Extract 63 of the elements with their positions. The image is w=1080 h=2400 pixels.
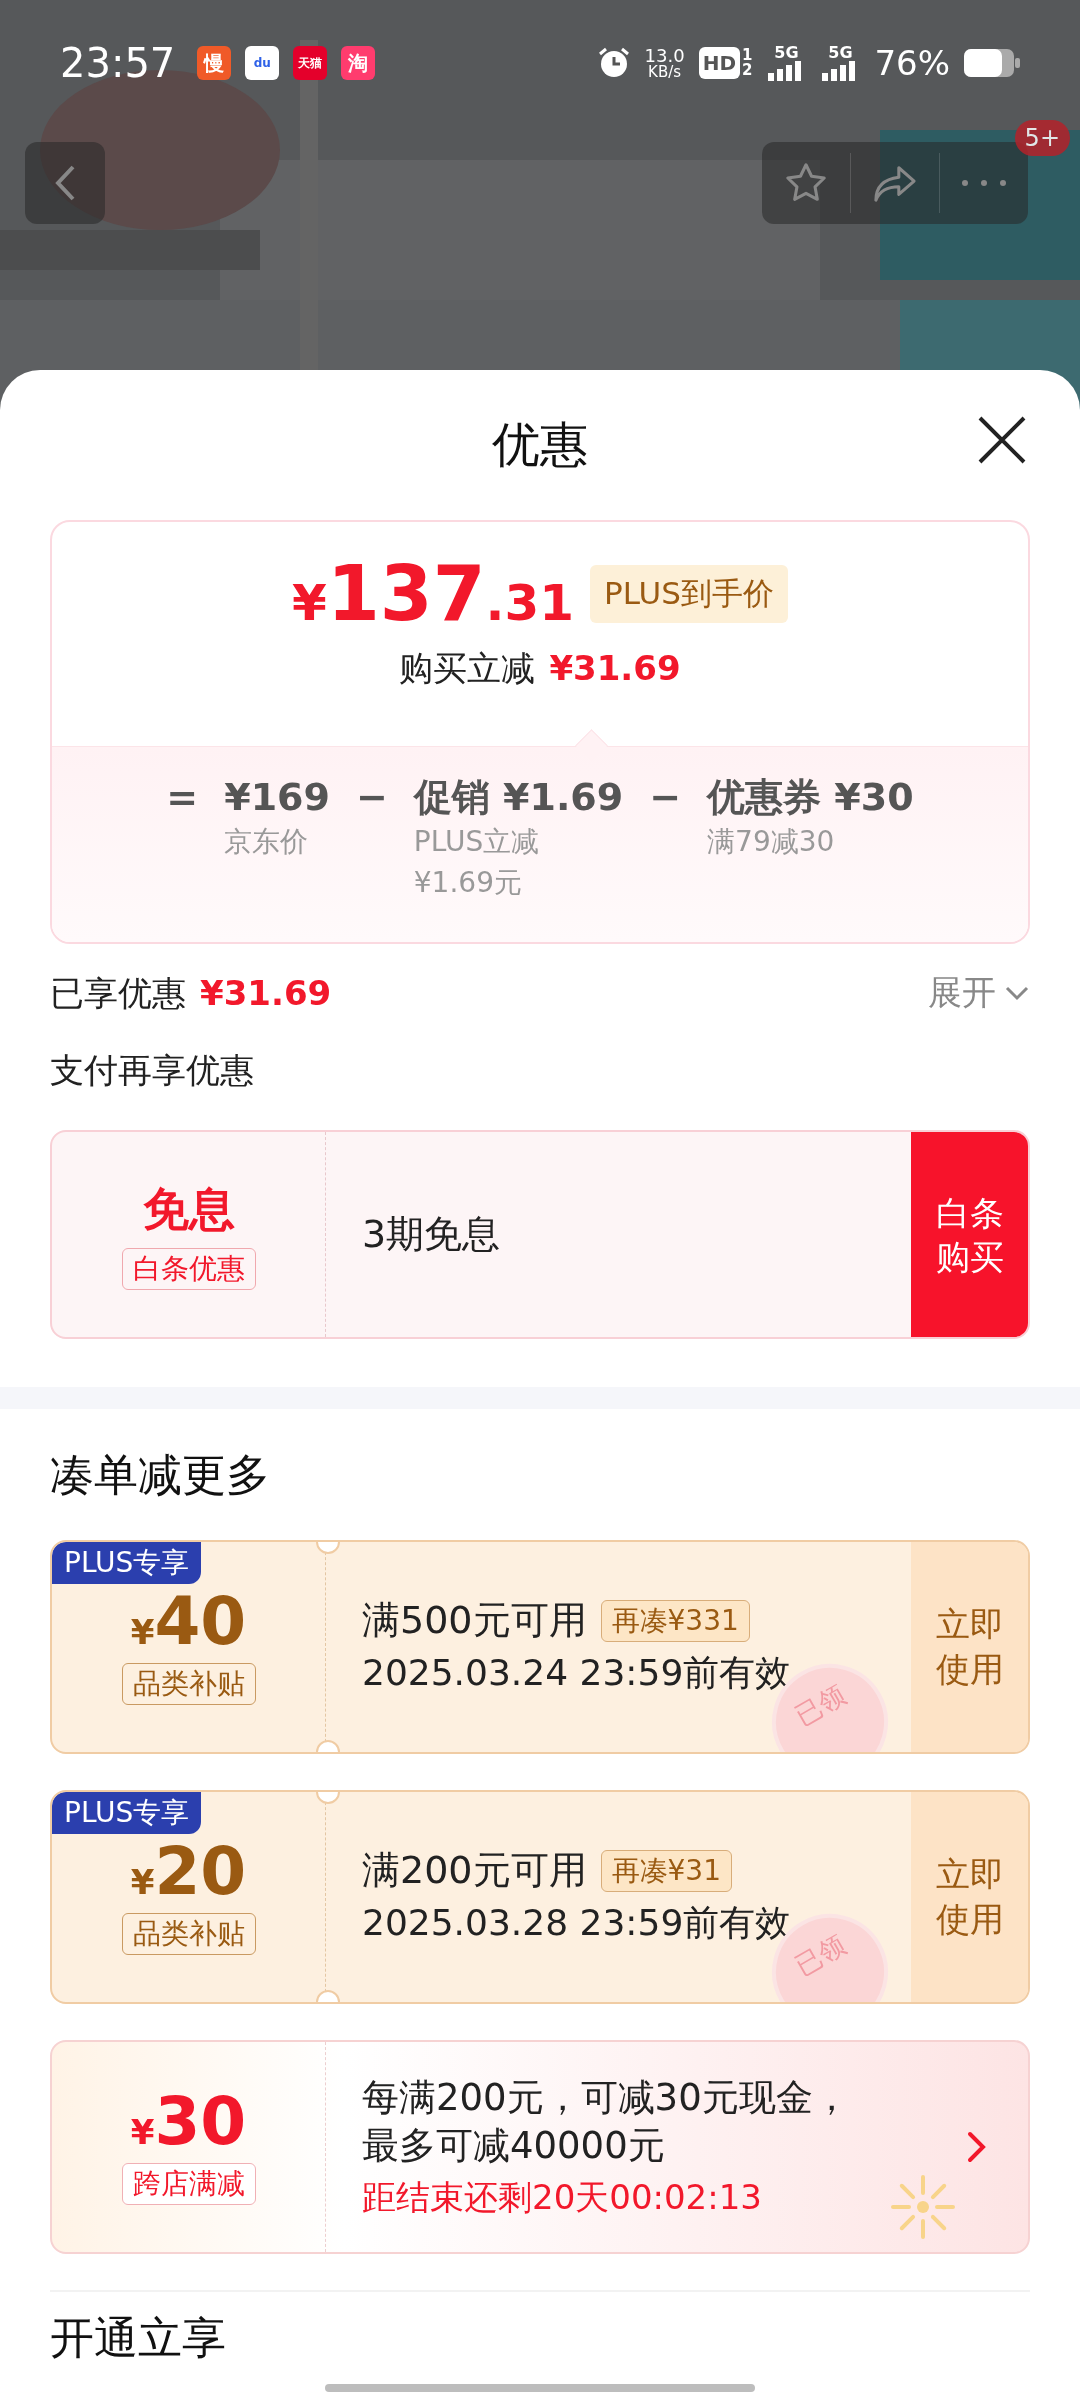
coupon-amount: ¥40 — [130, 1588, 247, 1655]
app-notification-icon: 淘 — [341, 46, 376, 80]
breakdown-note: ¥1.69元 — [413, 865, 523, 901]
network-label: 5G — [774, 45, 799, 61]
installment-tag: 白条优惠 — [121, 1247, 256, 1290]
breakdown-amount: 促销 ¥1.69 — [413, 774, 624, 821]
payment-heading: 支付再享优惠 — [50, 1049, 254, 1092]
gap-tag: 再凑¥331 — [600, 1600, 750, 1643]
operator-sign: − — [649, 774, 682, 821]
network-label: 5G — [828, 45, 853, 61]
installment-description: 3期免息 — [362, 1211, 502, 1258]
app-notification-icon: du — [245, 46, 280, 80]
sim-number: 1 — [742, 48, 753, 63]
installment-title: 免息 — [142, 1180, 235, 1238]
enjoyed-amount: ¥31.69 — [200, 971, 332, 1015]
countdown-text: 距结束还剩20天00:02:13 — [362, 2175, 763, 2219]
buy-button[interactable]: 白条购买 — [911, 1132, 1028, 1338]
coupon-amount: ¥20 — [130, 1838, 247, 1905]
coupon-amount: ¥30 — [130, 2088, 247, 2155]
coupon-condition: 满200元可用 — [362, 1847, 587, 1895]
breakdown-note: 满79减30 — [707, 824, 836, 861]
coupon-tag: 品类补贴 — [121, 1662, 256, 1705]
battery-percent: 76% — [874, 43, 950, 83]
status-time: 23:57 — [60, 40, 176, 86]
coupon-validity: 2025.03.24 23:59前有效 — [362, 1650, 793, 1695]
use-button[interactable]: 立即使用 — [911, 1791, 1028, 2002]
app-notification-icon: 慢 — [197, 46, 232, 80]
coupon-condition: 满500元可用 — [362, 1597, 587, 1645]
coupon-validity: 2025.03.28 23:59前有效 — [362, 1900, 793, 1945]
sheet-title: 优惠 — [492, 415, 588, 474]
back-icon — [53, 163, 77, 203]
plus-badge: PLUS专享 — [52, 1541, 202, 1584]
battery-icon — [964, 49, 1020, 77]
breakdown-note: PLUS立减 — [413, 824, 541, 861]
sim-number: 2 — [742, 63, 753, 78]
section-heading: 开通立享 — [50, 2313, 226, 2362]
saving-amount: ¥31.69 — [549, 647, 681, 690]
gap-tag: 再凑¥31 — [600, 1850, 732, 1893]
speed-unit: KB/s — [648, 64, 682, 80]
operator-sign: − — [355, 774, 388, 821]
breakdown-amount: 优惠券 ¥30 — [707, 774, 914, 821]
promo-card[interactable]: ¥30 跨店满减 每满200元，可减30元现金，最多可减40000元 距结束还剩20天00:02:13 — [50, 2039, 1030, 2254]
coupon-tag: 品类补贴 — [121, 1912, 256, 1955]
network-speed: 13.0 — [644, 46, 685, 65]
alarm-icon — [596, 46, 631, 80]
promo-description: 每满200元，可减30元现金，最多可减40000元 — [362, 2075, 851, 2170]
back-button[interactable] — [25, 142, 105, 224]
hd-label: HD — [698, 47, 740, 79]
plus-price-tag: PLUS到手价 — [590, 565, 788, 623]
app-notification-icon: 天猫 — [293, 46, 328, 80]
breakdown-note: 京东价 — [224, 824, 310, 861]
coupon-tag: 跨店满减 — [121, 2162, 256, 2205]
section-heading: 凑单减更多 — [50, 1451, 270, 1500]
operator-sign: = — [166, 774, 199, 821]
enjoyed-label: 已享优惠 — [50, 971, 186, 1015]
expand-toggle[interactable]: 展开 — [928, 970, 1030, 1016]
breakdown-amount: ¥169 — [224, 774, 330, 821]
final-price: ¥137.31 — [292, 556, 575, 632]
plus-badge: PLUS专享 — [52, 1791, 202, 1834]
chevron-right-icon — [966, 2129, 988, 2164]
use-button[interactable]: 立即使用 — [911, 1541, 1028, 1752]
more-icon — [961, 179, 1007, 187]
saving-label: 购买立减 — [399, 647, 536, 690]
